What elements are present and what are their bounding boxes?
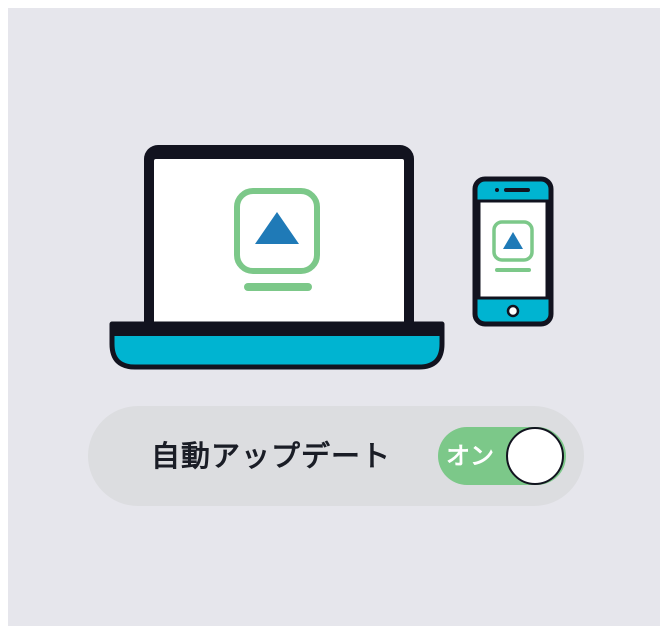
- auto-update-setting-row: 自動アップデート オン: [88, 406, 584, 506]
- auto-update-label: 自動アップデート: [151, 439, 392, 473]
- toggle-knob: [506, 427, 564, 485]
- devices-illustration: [109, 145, 554, 370]
- auto-update-toggle[interactable]: オン: [438, 427, 566, 485]
- toggle-state-label: オン: [446, 442, 494, 470]
- main-canvas: 自動アップデート オン: [8, 8, 660, 626]
